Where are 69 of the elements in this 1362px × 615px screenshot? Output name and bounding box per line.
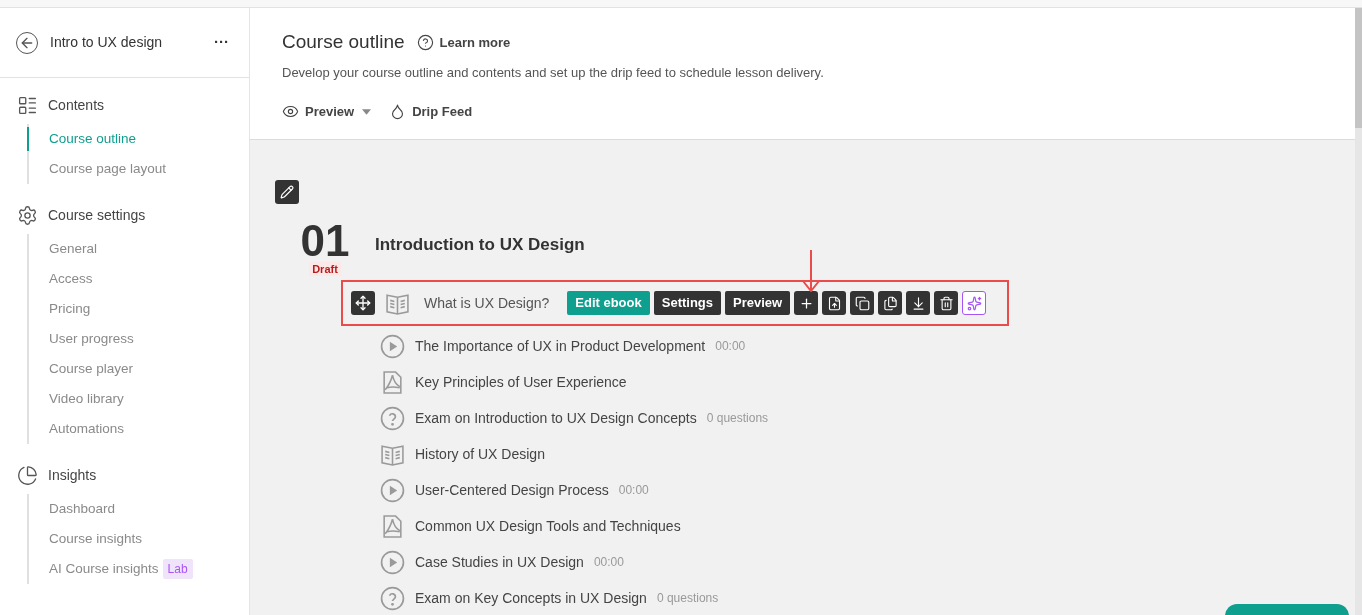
play-icon — [380, 333, 405, 359]
lesson-title[interactable]: The Importance of UX in Product Development — [415, 335, 706, 357]
sparkle-icon — [966, 295, 982, 311]
plus-icon — [798, 295, 814, 311]
nav-link[interactable]: Course player — [27, 357, 134, 381]
lesson-title[interactable]: Key Principles of User Experience — [415, 371, 627, 393]
course-title: Intro to UX design — [50, 33, 164, 52]
lesson-title[interactable]: Exam on Introduction to UX Design Concepts — [415, 407, 697, 429]
nav-link[interactable]: Dashboard — [27, 497, 116, 521]
files-button[interactable] — [878, 291, 903, 315]
file-upload-icon — [826, 295, 842, 311]
pdf-icon — [380, 513, 405, 539]
nav-link[interactable]: AI Course insights — [27, 557, 159, 581]
file-upload-button[interactable] — [822, 291, 847, 315]
move-handle[interactable] — [351, 291, 375, 315]
section-title: Contents — [48, 95, 105, 115]
drip-feed-button[interactable]: Drip Feed — [389, 102, 473, 122]
copy-icon — [854, 295, 870, 311]
section-title: Course settings — [48, 205, 146, 225]
question-icon — [380, 585, 405, 611]
learn-more-link[interactable]: Learn more — [416, 32, 511, 52]
lesson-meta: 00:00 — [593, 554, 624, 571]
play-icon — [380, 549, 405, 575]
lesson-meta: 0 questions — [656, 590, 719, 607]
lesson-title[interactable]: Common UX Design Tools and Techniques — [415, 515, 681, 537]
pencil-icon — [280, 185, 294, 199]
chapter-title: Introduction to UX Design — [375, 234, 585, 256]
more-button[interactable]: ··· — [214, 31, 229, 54]
pie-chart-icon — [17, 464, 38, 486]
lesson-meta: 00:00 — [715, 338, 746, 355]
lesson-title[interactable]: User-Centered Design Process — [415, 479, 609, 501]
nav-link[interactable]: Video library — [27, 387, 124, 411]
list-icon — [17, 94, 38, 116]
files-icon — [882, 295, 898, 311]
section-title: Insights — [48, 465, 97, 485]
nav-link[interactable]: Pricing — [27, 297, 91, 321]
trash-icon — [938, 295, 954, 311]
play-icon — [380, 477, 405, 503]
lab-badge: Lab — [162, 559, 193, 579]
lesson-title[interactable]: Case Studies in UX Design — [415, 551, 584, 573]
nav-link[interactable]: Access — [27, 267, 93, 291]
question-icon — [380, 405, 405, 431]
preview-dropdown[interactable]: Preview — [282, 102, 372, 122]
page-title: Course outline — [282, 30, 405, 54]
ai-button[interactable] — [962, 291, 987, 315]
lesson-title[interactable]: History of UX Design — [415, 443, 545, 465]
insert-below-button[interactable] — [906, 291, 931, 315]
lesson-meta: 00:00 — [618, 482, 649, 499]
page-description: Develop your course outline and contents and set up the drip feed to schedule lesson delivery. — [282, 63, 825, 82]
lesson-meta: 0 questions — [706, 410, 769, 427]
lesson-title[interactable]: Exam on Key Concepts in UX Design — [415, 587, 647, 609]
nav-link[interactable]: User progress — [27, 327, 134, 351]
nav-link[interactable]: Course insights — [27, 527, 143, 551]
plus-button[interactable] — [794, 291, 819, 315]
nav-link[interactable]: Course page layout — [27, 157, 167, 181]
caret-icon — [362, 108, 372, 115]
pdf-icon — [380, 369, 405, 395]
copy-button[interactable] — [850, 291, 875, 315]
nav-link[interactable]: Automations — [27, 417, 125, 441]
toolbar-button[interactable]: Settings — [653, 291, 722, 315]
move-icon — [355, 295, 371, 311]
trash-button[interactable] — [934, 291, 959, 315]
status-badge: Draft — [309, 262, 341, 276]
lesson-title: What is UX Design? — [424, 293, 550, 313]
help-icon — [416, 33, 434, 51]
chapter-number: 01 — [300, 218, 350, 264]
edit-button[interactable] — [275, 180, 299, 204]
toolbar-button[interactable]: Preview — [725, 291, 791, 315]
settings-icon — [17, 204, 38, 226]
